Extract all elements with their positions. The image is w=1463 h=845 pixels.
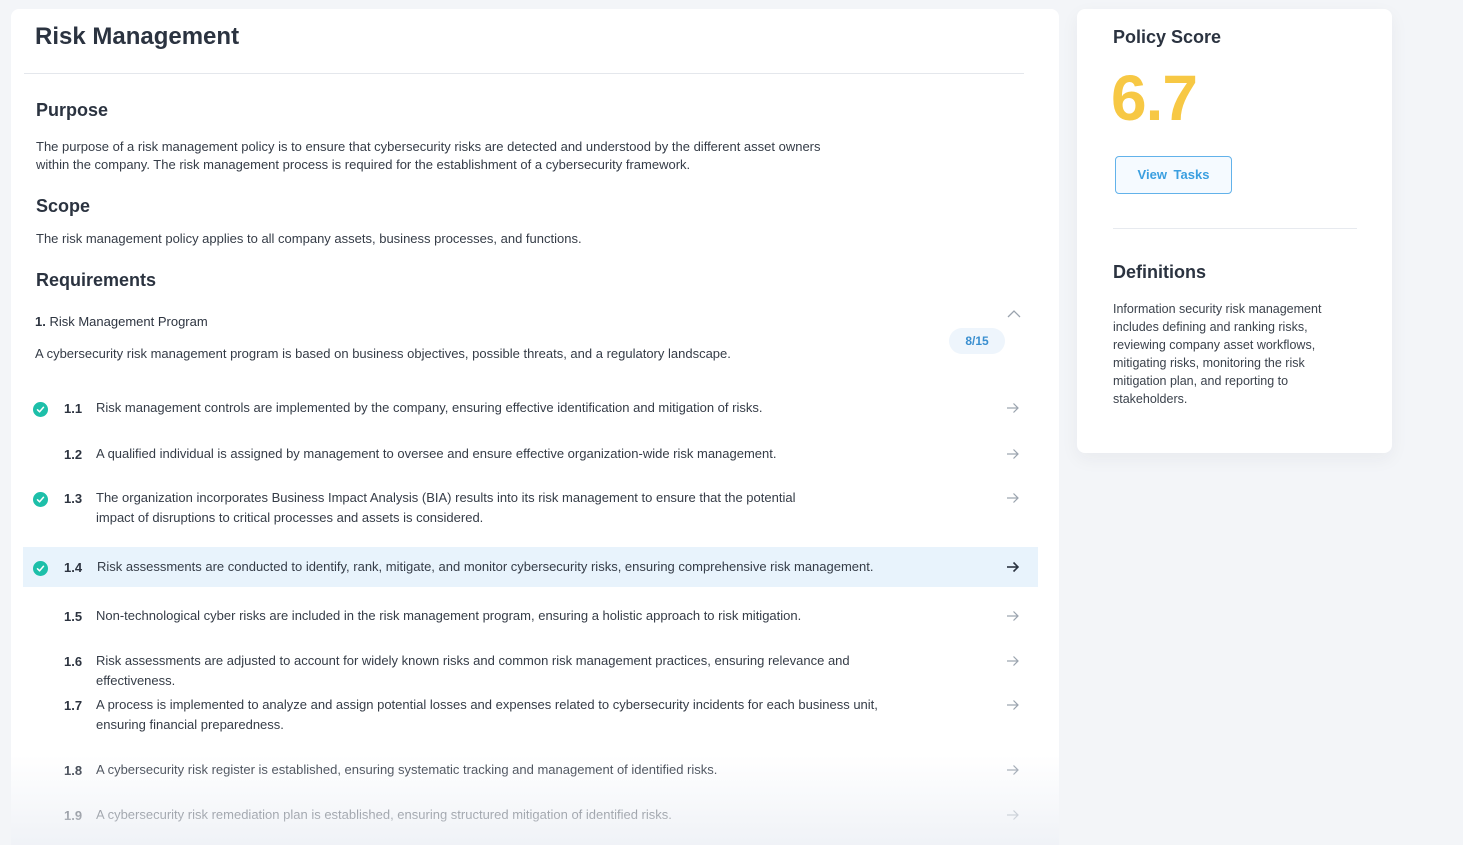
- arrow-right-icon[interactable]: [1006, 492, 1020, 504]
- purpose-heading: Purpose: [36, 100, 109, 120]
- requirement-group-description: A cybersecurity risk management program …: [35, 346, 731, 361]
- requirement-item-text-line: A qualified individual is assigned by ma…: [96, 446, 777, 461]
- requirement-item-text: Non-technological cyber risks are includ…: [96, 606, 916, 626]
- requirement-item[interactable]: 1.2 A qualified individual is assigned by…: [23, 437, 1038, 473]
- requirement-item[interactable]: 1.9 A cybersecurity risk remediation plan…: [23, 798, 1038, 834]
- requirement-item-text: A qualified individual is assigned by ma…: [96, 444, 916, 464]
- arrow-right-icon[interactable]: [1006, 655, 1020, 667]
- arrow-right-icon[interactable]: [1006, 561, 1020, 573]
- requirement-item-text-line: ensuring financial preparedness.: [96, 717, 284, 732]
- requirement-item-number: 1.5: [64, 609, 83, 624]
- requirement-item-number: 1.9: [64, 808, 83, 823]
- requirement-item-number: 1.7: [64, 698, 83, 713]
- arrow-right-icon[interactable]: [1006, 809, 1020, 821]
- check-circle-icon: [33, 402, 48, 417]
- requirement-item-text-line: impact of disruptions to critical proces…: [96, 510, 484, 525]
- view-tasks-button[interactable]: View Tasks: [1115, 156, 1232, 194]
- definitions-line: mitigation plan, and reporting to: [1113, 374, 1289, 388]
- requirement-item-text-line: A cybersecurity risk remediation plan is…: [96, 807, 672, 822]
- definitions-line: Information security risk management: [1113, 302, 1322, 316]
- requirement-item-number: 1.4: [64, 560, 83, 575]
- requirement-item-text-line: Non-technological cyber risks are includ…: [96, 608, 802, 623]
- definitions-line: includes defining and ranking risks,: [1113, 320, 1308, 334]
- requirement-item-text-line: A process is implemented to analyze and …: [96, 697, 878, 712]
- requirement-item-text-line: Risk assessments are conducted to identi…: [97, 559, 874, 574]
- requirement-item-text-line: The organization incorporates Business I…: [96, 490, 796, 505]
- requirement-item-number: 1.8: [64, 763, 83, 778]
- requirement-item[interactable]: 1.4 Risk assessments are conducted to ide…: [23, 547, 1038, 587]
- chevron-up-icon[interactable]: [1007, 309, 1021, 319]
- requirement-group-number: 1.: [35, 314, 46, 329]
- side-divider: [1113, 228, 1357, 229]
- requirement-item-text-line: A cybersecurity risk register is establi…: [96, 762, 718, 777]
- requirement-item-number: 1.1: [64, 401, 83, 416]
- requirement-group-title: 1. Risk Management Program: [35, 314, 208, 329]
- arrow-right-icon[interactable]: [1006, 402, 1020, 414]
- requirement-item-number: 1.2: [64, 447, 83, 462]
- requirement-item-text: A cybersecurity risk remediation plan is…: [96, 805, 916, 825]
- requirement-item[interactable]: 1.1 Risk management controls are implemen…: [23, 391, 1038, 427]
- scope-text: The risk management policy applies to al…: [36, 231, 582, 246]
- requirement-item-number: 1.6: [64, 654, 83, 669]
- check-circle-icon: [33, 561, 48, 576]
- requirement-item-text: A process is implemented to analyze and …: [96, 695, 916, 735]
- progress-badge: 8/15: [949, 328, 1005, 354]
- title-divider: [24, 73, 1024, 74]
- definitions-heading: Definitions: [1113, 262, 1206, 282]
- arrow-right-icon[interactable]: [1006, 610, 1020, 622]
- requirement-item[interactable]: 1.8 A cybersecurity risk register is esta…: [23, 753, 1038, 789]
- page-title: Risk Management: [35, 23, 240, 50]
- arrow-right-icon[interactable]: [1006, 699, 1020, 711]
- requirement-item-text: A cybersecurity risk register is establi…: [96, 760, 916, 780]
- purpose-text: The purpose of a risk management policy …: [36, 138, 821, 174]
- requirements-heading: Requirements: [36, 270, 157, 290]
- purpose-text-line-1: The purpose of a risk management policy …: [36, 139, 821, 154]
- definitions-line: stakeholders.: [1113, 392, 1188, 406]
- requirement-item-number: 1.3: [64, 491, 83, 506]
- requirement-item-text: The organization incorporates Business I…: [96, 488, 916, 528]
- requirement-item-text: Risk assessments are conducted to identi…: [97, 557, 917, 577]
- requirement-item[interactable]: 1.7 A process is implemented to analyze a…: [23, 688, 1038, 744]
- purpose-text-line-2: within the company. The risk management …: [36, 157, 691, 172]
- requirement-item-text-line: Risk management controls are implemented…: [96, 400, 763, 415]
- scope-heading: Scope: [36, 196, 91, 216]
- requirement-item[interactable]: 1.3 The organization incorporates Busines…: [23, 481, 1038, 537]
- policy-score-value: 6.7: [1111, 62, 1198, 134]
- check-circle-icon: [33, 492, 48, 507]
- policy-score-heading: Policy Score: [1113, 27, 1222, 47]
- definitions-line: reviewing company asset workflows,: [1113, 338, 1316, 352]
- requirement-item-text-line: Risk assessments are adjusted to account…: [96, 653, 850, 688]
- requirement-item-text: Risk assessments are adjusted to account…: [96, 651, 916, 691]
- requirement-item-text: Risk management controls are implemented…: [96, 398, 916, 418]
- policy-score-card: Policy Score 6.7 View Tasks Definitions …: [1077, 9, 1392, 453]
- requirement-item[interactable]: 1.5 Non-technological cyber risks are inc…: [23, 599, 1038, 635]
- arrow-right-icon[interactable]: [1006, 764, 1020, 776]
- requirement-item[interactable]: 1.6 Risk assessments are adjusted to acco…: [23, 644, 1038, 688]
- arrow-right-icon[interactable]: [1006, 448, 1020, 460]
- policy-main-card: Risk Management Purpose The purpose of a…: [11, 9, 1059, 845]
- definitions-text: Information security risk management inc…: [1113, 300, 1353, 408]
- requirement-group-name: Risk Management Program: [49, 314, 208, 329]
- definitions-line: mitigating risks, monitoring the risk: [1113, 356, 1305, 370]
